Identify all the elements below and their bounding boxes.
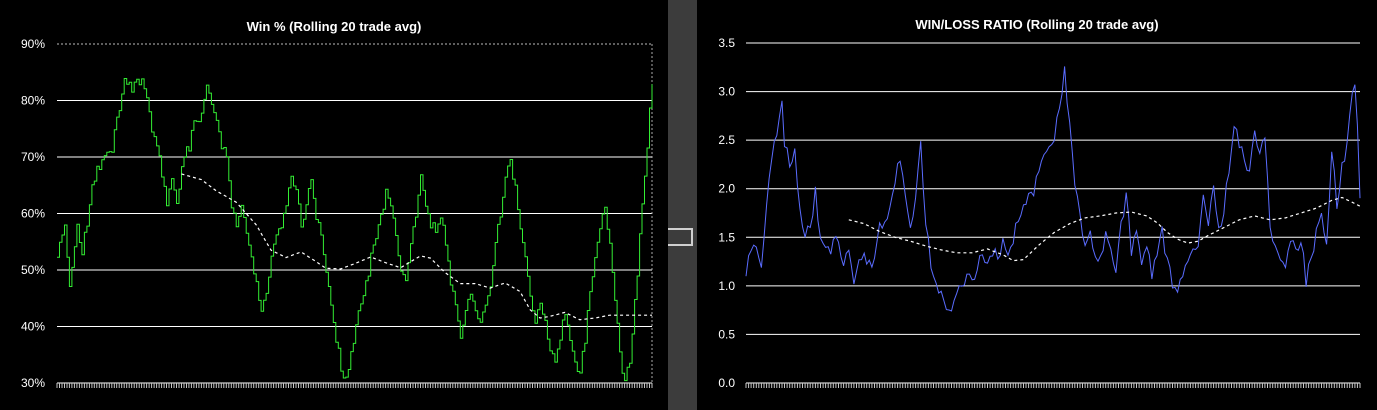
splitter-handle[interactable] (668, 228, 693, 246)
win-loss-ratio-chart-panel: WIN/LOSS RATIO (Rolling 20 trade avg) 3.… (697, 0, 1377, 410)
y-tick-label: 0.0 (718, 376, 735, 390)
win-loss-ratio-chart: WIN/LOSS RATIO (Rolling 20 trade avg) 3.… (718, 17, 1361, 390)
y-tick-label: 80% (21, 94, 45, 108)
y-tick-label: 40% (21, 320, 45, 334)
y-tick-label: 2.0 (718, 182, 735, 196)
y-tick-label: 1.0 (718, 279, 735, 293)
y-tick-label: 70% (21, 150, 45, 164)
chart-title: Win % (Rolling 20 trade avg) (247, 19, 422, 34)
panel-divider (668, 0, 697, 410)
y-tick-label: 30% (21, 376, 45, 390)
x-axis (56, 382, 653, 388)
y-tick-label: 3.5 (718, 36, 735, 50)
y-tick-label: 2.5 (718, 133, 735, 147)
chart-title: WIN/LOSS RATIO (Rolling 20 trade avg) (915, 17, 1158, 32)
trend-line (848, 196, 1361, 262)
y-tick-label: 1.5 (718, 230, 735, 244)
y-axis-ticks: 90% 80% 70% 60% 50% 40% 30% (21, 37, 45, 390)
x-axis (745, 382, 1361, 388)
series-line (57, 78, 653, 382)
win-percent-chart-panel: Win % (Rolling 20 trade avg) 90% 80% 70% 60… (0, 0, 668, 410)
y-tick-label: 60% (21, 207, 45, 221)
grid (746, 42, 1360, 384)
y-tick-label: 0.5 (718, 327, 735, 341)
x-axis-ticks (56, 383, 653, 388)
win-percent-chart: Win % (Rolling 20 trade avg) 90% 80% 70% 60… (21, 19, 653, 390)
trend-line (181, 173, 652, 321)
series-layer (57, 78, 653, 382)
y-tick-label: 50% (21, 263, 45, 277)
y-axis-ticks: 3.5 3.0 2.5 2.0 1.5 1.0 0.5 0.0 (718, 36, 735, 390)
y-tick-label: 3.0 (718, 85, 735, 99)
y-tick-label: 90% (21, 37, 45, 51)
x-axis-ticks (745, 383, 1361, 388)
